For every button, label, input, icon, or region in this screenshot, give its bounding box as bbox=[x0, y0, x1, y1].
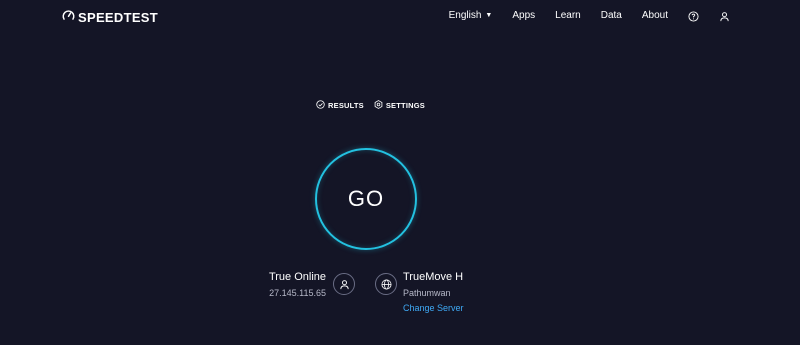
nav-apps[interactable]: Apps bbox=[512, 9, 535, 23]
isp-name: True Online bbox=[268, 271, 326, 283]
server-name: TrueMove H bbox=[403, 271, 464, 283]
speedtest-logo[interactable]: SPEEDTEST bbox=[62, 9, 158, 25]
results-link[interactable]: RESULTS bbox=[316, 100, 364, 111]
nav-learn[interactable]: Learn bbox=[555, 9, 581, 23]
chevron-down-icon: ▼ bbox=[485, 12, 493, 19]
server-location: Pathumwan bbox=[403, 288, 451, 298]
nav-data[interactable]: Data bbox=[601, 9, 622, 23]
language-selector[interactable]: English ▼ bbox=[449, 9, 493, 23]
nav-about[interactable]: About bbox=[642, 9, 668, 23]
go-label: GO bbox=[347, 186, 385, 211]
help-icon[interactable] bbox=[688, 10, 699, 22]
go-button[interactable]: GO bbox=[315, 148, 417, 250]
user-icon[interactable] bbox=[719, 11, 730, 22]
server-info: TrueMove H Pathumwan Change Server bbox=[403, 271, 464, 313]
settings-label: SETTINGS bbox=[385, 101, 425, 110]
gear-icon bbox=[374, 100, 383, 111]
globe-icon bbox=[375, 273, 397, 295]
results-settings-bar: RESULTS SETTINGS bbox=[316, 100, 425, 111]
results-label: RESULTS bbox=[328, 101, 364, 110]
speedometer-icon bbox=[62, 9, 75, 25]
top-nav: English ▼ Apps Learn Data About bbox=[449, 9, 730, 23]
change-server-link[interactable]: Change Server bbox=[403, 303, 464, 313]
user-icon bbox=[333, 273, 355, 295]
settings-link[interactable]: SETTINGS bbox=[374, 100, 425, 111]
check-circle-icon bbox=[316, 100, 325, 111]
isp-info: True Online 27.145.115.65 bbox=[269, 271, 326, 298]
logo-text: SPEEDTEST bbox=[78, 9, 158, 25]
isp-ip-address: 27.145.115.65 bbox=[269, 288, 326, 298]
language-label: English bbox=[448, 10, 482, 21]
